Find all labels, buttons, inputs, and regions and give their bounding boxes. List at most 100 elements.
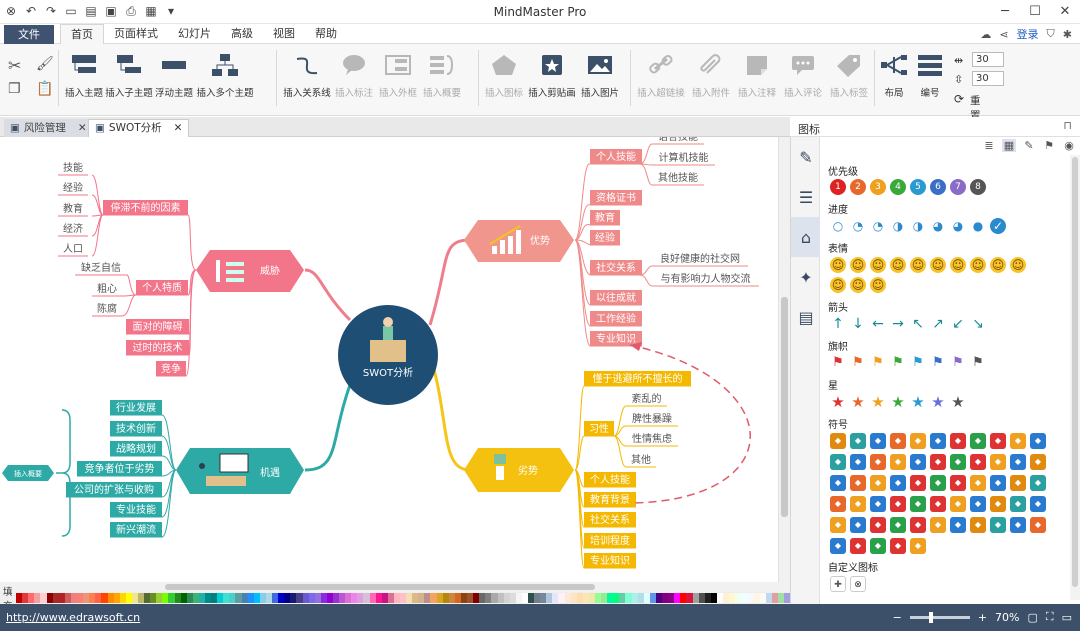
- symbol-icon[interactable]: ◆: [990, 496, 1006, 512]
- insert-boundary-button[interactable]: 插入外框: [376, 48, 420, 99]
- arrow-icon[interactable]: ↘: [970, 316, 986, 332]
- subtopic-label[interactable]: 粗心: [97, 283, 117, 295]
- subtopic-label[interactable]: 资格证书: [596, 191, 636, 204]
- emoji-icon[interactable]: ☺: [970, 257, 986, 273]
- symbol-icon[interactable]: ◆: [830, 496, 846, 512]
- copy-icon[interactable]: ❐: [8, 81, 30, 97]
- insert-clipart-button[interactable]: 插入剪贴画: [526, 48, 578, 99]
- symbol-icon[interactable]: ◆: [1010, 433, 1026, 449]
- symbol-icon[interactable]: ◆: [950, 454, 966, 470]
- symbol-icon[interactable]: ◆: [850, 517, 866, 533]
- format-painter-tab-icon[interactable]: ✎: [791, 137, 821, 177]
- paste-icon[interactable]: 📋: [36, 81, 58, 97]
- priority-icon[interactable]: 1: [830, 179, 846, 195]
- subtopic-label[interactable]: 教育: [63, 202, 83, 215]
- emoji-icon[interactable]: ☺: [850, 257, 866, 273]
- summary-label[interactable]: 插入概要: [14, 469, 42, 478]
- symbol-icon[interactable]: ◆: [910, 454, 926, 470]
- progress-icon[interactable]: ◔: [870, 218, 886, 234]
- symbol-icon[interactable]: ◆: [950, 517, 966, 533]
- subtopic-label[interactable]: 其他技能: [658, 171, 698, 184]
- flag-icon[interactable]: ⚑: [970, 355, 986, 371]
- subtopic-label[interactable]: 工作经验: [596, 312, 636, 325]
- subtopic-label[interactable]: 社交关系: [596, 261, 636, 274]
- symbol-icon[interactable]: ◆: [870, 517, 886, 533]
- flag-icon[interactable]: ⚑: [930, 355, 946, 371]
- zoom-slider-knob[interactable]: [929, 611, 934, 623]
- progress-icon[interactable]: ◑: [890, 218, 906, 234]
- symbol-icon[interactable]: ◆: [890, 475, 906, 491]
- share-icon[interactable]: ⋖: [999, 28, 1008, 41]
- symbol-icon[interactable]: ◆: [990, 433, 1006, 449]
- minimize-icon[interactable]: ─: [990, 0, 1020, 24]
- symbol-icon[interactable]: ◆: [1030, 496, 1046, 512]
- horizontal-spacing-input[interactable]: 30: [972, 52, 1004, 67]
- print-icon[interactable]: ⎙: [124, 4, 138, 18]
- priority-icon[interactable]: 4: [890, 179, 906, 195]
- customize-dropdown-icon[interactable]: ▾: [164, 4, 178, 18]
- cloud-icon[interactable]: ☁: [980, 28, 991, 41]
- subtopic-label[interactable]: 性情焦虑: [632, 432, 672, 445]
- insert-callout-button[interactable]: 插入标注: [332, 48, 376, 99]
- insert-comment-button[interactable]: 插入评论: [780, 48, 826, 99]
- doc-tab-risk[interactable]: ▣ 风险管理 ✕: [4, 119, 93, 137]
- subtopic-label[interactable]: 竞争: [161, 362, 181, 375]
- symbol-icon[interactable]: ◆: [1010, 454, 1026, 470]
- subtopic-label[interactable]: 经验: [63, 181, 83, 194]
- symbol-icon[interactable]: ◆: [990, 475, 1006, 491]
- symbol-icon[interactable]: ◆: [870, 538, 886, 554]
- symbol-icon[interactable]: ◆: [950, 433, 966, 449]
- arrow-icon[interactable]: ↙: [950, 316, 966, 332]
- symbol-icon[interactable]: ◆: [910, 475, 926, 491]
- floating-topic-button[interactable]: 浮动主题: [152, 48, 196, 99]
- zoom-out-button[interactable]: −: [893, 611, 902, 624]
- emoji-icon[interactable]: ☺: [890, 257, 906, 273]
- symbol-icon[interactable]: ◆: [970, 454, 986, 470]
- priority-icon[interactable]: 7: [950, 179, 966, 195]
- grid-view-icon[interactable]: ▦: [1002, 139, 1016, 152]
- progress-icon[interactable]: ✓: [990, 218, 1006, 234]
- subtopic-label[interactable]: 紊乱的: [632, 392, 662, 405]
- progress-icon[interactable]: ○: [830, 218, 846, 234]
- symbol-icon[interactable]: ◆: [890, 517, 906, 533]
- subtopic-label[interactable]: 缺乏自信: [81, 261, 121, 274]
- website-link[interactable]: http://www.edrawsoft.cn: [6, 611, 140, 624]
- fit-page-icon[interactable]: ▢: [1027, 611, 1037, 624]
- new-file-icon[interactable]: ▭: [64, 4, 78, 18]
- arrow-icon[interactable]: ↓: [850, 316, 866, 332]
- symbol-icon[interactable]: ◆: [910, 433, 926, 449]
- insert-image-button[interactable]: 插入图片: [578, 48, 622, 99]
- star-icon[interactable]: ★: [930, 394, 946, 410]
- priority-icon[interactable]: 2: [850, 179, 866, 195]
- subtopic-label[interactable]: 培训程度: [590, 534, 630, 547]
- vertical-scrollbar[interactable]: [778, 137, 790, 582]
- task-tab-icon[interactable]: ▤: [791, 297, 821, 337]
- insert-hyperlink-button[interactable]: 插入超链接: [634, 48, 688, 99]
- center-label[interactable]: SWOT分析: [363, 366, 413, 379]
- symbol-icon[interactable]: ◆: [1030, 475, 1046, 491]
- symbol-icon[interactable]: ◆: [870, 433, 886, 449]
- subtopic-label[interactable]: 过时的技术: [133, 341, 183, 354]
- symbol-icon[interactable]: ◆: [870, 496, 886, 512]
- threats-node[interactable]: [196, 250, 304, 292]
- open-file-icon[interactable]: ▤: [84, 4, 98, 18]
- star-icon[interactable]: ★: [910, 394, 926, 410]
- close-tab-icon[interactable]: ✕: [78, 120, 87, 137]
- symbol-icon[interactable]: ◆: [1030, 517, 1046, 533]
- insert-multi-topic-button[interactable]: 插入多个主题: [196, 48, 254, 99]
- pin-panel-icon[interactable]: ⊓: [1063, 119, 1072, 132]
- symbol-icon[interactable]: ◆: [890, 496, 906, 512]
- arrow-icon[interactable]: ←: [870, 316, 886, 332]
- subtopic-label[interactable]: 陈腐: [97, 302, 117, 315]
- subtopic-label[interactable]: 习性: [589, 422, 609, 435]
- symbol-icon[interactable]: ◆: [850, 475, 866, 491]
- list-view-icon[interactable]: ≣: [982, 139, 996, 152]
- symbol-icon[interactable]: ◆: [930, 475, 946, 491]
- edit-icon[interactable]: ✎: [1022, 139, 1036, 152]
- subtopic-label[interactable]: 经验: [595, 231, 615, 244]
- insert-icon-button[interactable]: 插入图标: [482, 48, 526, 99]
- undo-icon[interactable]: ↶: [24, 4, 38, 18]
- arrow-icon[interactable]: ↗: [930, 316, 946, 332]
- subtopic-label[interactable]: 其他: [631, 453, 651, 466]
- symbol-icon[interactable]: ◆: [850, 454, 866, 470]
